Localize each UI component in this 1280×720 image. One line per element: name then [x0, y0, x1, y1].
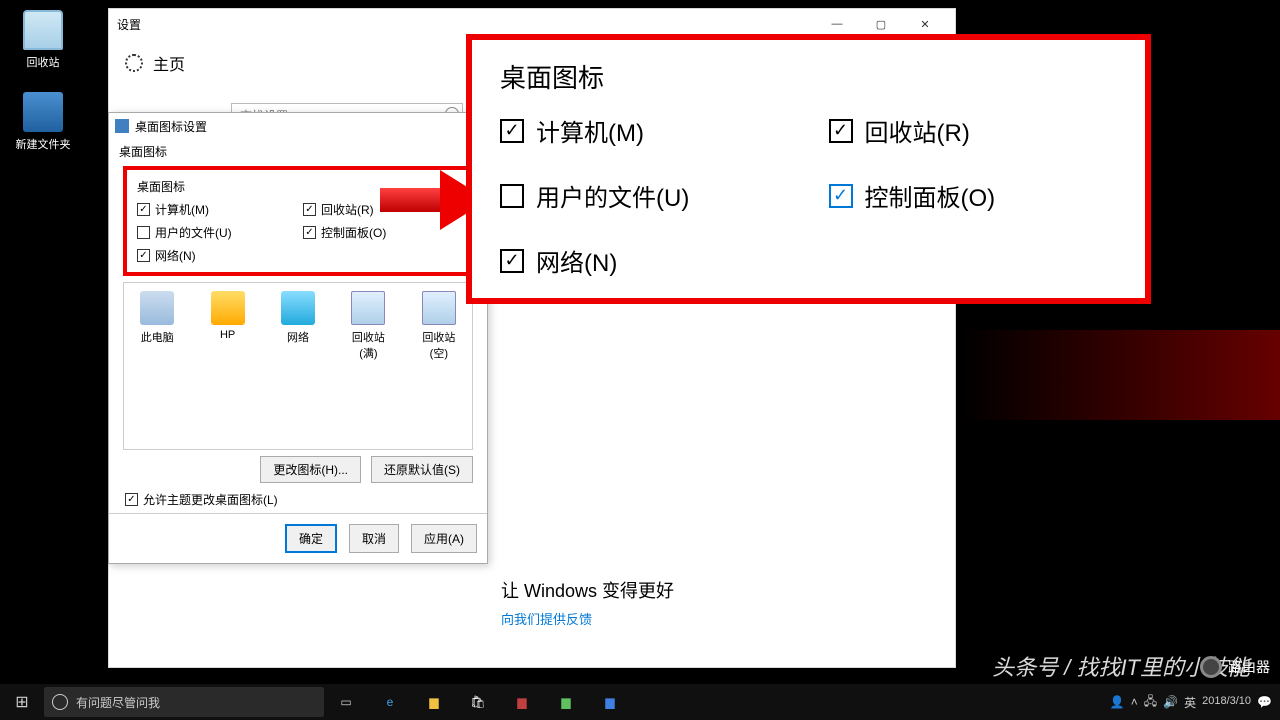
callout-cb-computer: 计算机(M) [500, 113, 789, 148]
icon-preview-pane: 此电脑 HP 网络 回收站(满) 回收站(空) [123, 282, 473, 450]
checkbox-icon [500, 184, 524, 208]
cortana-icon [52, 694, 68, 710]
taskbar: ⊞ 有问题尽管问我 ▭ e ▆ 🛍 ▆ ▆ ▆ 👤 ˄ 🖧 🔊 英 2018/3… [0, 684, 1280, 720]
preview-binfull[interactable]: 回收站(满) [343, 291, 393, 361]
tray-volume-icon[interactable]: 🔊 [1163, 695, 1178, 709]
settings-title: 设置 [117, 16, 815, 33]
router-icon [1200, 656, 1222, 678]
checkbox-network[interactable]: 网络(N) [137, 247, 293, 264]
preview-binempty[interactable]: 回收站(空) [414, 291, 464, 361]
callout-panel: 桌面图标 计算机(M) 回收站(R) 用户的文件(U) 控制面板(O) 网络(N… [466, 34, 1151, 304]
checkbox-icon [125, 493, 138, 506]
checkbox-icon [137, 203, 150, 216]
tray-chevron-up-icon[interactable]: ˄ [1131, 695, 1138, 709]
tray-people-icon[interactable]: 👤 [1110, 695, 1125, 709]
task-view-button[interactable]: ▭ [324, 684, 368, 720]
home-label: 主页 [153, 51, 185, 75]
taskbar-explorer[interactable]: ▆ [412, 684, 456, 720]
tray-notifications-icon[interactable]: 💬 [1257, 695, 1272, 709]
preview-net[interactable]: 网络 [273, 291, 323, 361]
callout-title: 桌面图标 [500, 58, 1117, 95]
desktop-icon-label: 回收站 [8, 54, 78, 70]
dialog-title: 桌面图标设置 [135, 118, 207, 135]
ok-button[interactable]: 确定 [285, 524, 337, 553]
dialog-tab[interactable]: 桌面图标 [109, 139, 487, 160]
change-icon-button[interactable]: 更改图标(H)... [260, 456, 361, 483]
callout-cb-control: 控制面板(O) [829, 178, 1118, 213]
callout-cb-recycle: 回收站(R) [829, 113, 1118, 148]
recycle-full-icon [351, 291, 385, 325]
taskbar-app2[interactable]: ▆ [544, 684, 588, 720]
checkbox-icon [137, 249, 150, 262]
checkbox-computer[interactable]: 计算机(M) [137, 201, 293, 218]
feedback-link[interactable]: 向我们提供反馈 [501, 609, 674, 628]
desktop-new-folder[interactable]: 新建文件夹 [8, 92, 78, 152]
gear-icon [125, 54, 143, 72]
cancel-button[interactable]: 取消 [349, 524, 399, 553]
router-watermark: 路由器 [1200, 656, 1270, 678]
allow-theme-checkbox[interactable]: 允许主题更改桌面图标(L) [109, 483, 487, 516]
preview-pc[interactable]: 此电脑 [132, 291, 182, 361]
dialog-titlebar: 桌面图标设置 [109, 113, 487, 139]
desktop-icon-label: 新建文件夹 [8, 136, 78, 152]
start-button[interactable]: ⊞ [0, 684, 44, 720]
desktop-recycle-bin[interactable]: 回收站 [8, 10, 78, 70]
dialog-icon [115, 119, 129, 133]
taskbar-store[interactable]: 🛍 [456, 684, 500, 720]
cortana-search[interactable]: 有问题尽管问我 [44, 687, 324, 717]
checkbox-icon [500, 119, 524, 143]
recycle-empty-icon [422, 291, 456, 325]
checkbox-icon [137, 226, 150, 239]
taskbar-date[interactable]: 2018/3/10 [1202, 695, 1251, 708]
folder-icon [23, 92, 63, 132]
user-icon [211, 291, 245, 325]
network-icon [281, 291, 315, 325]
taskbar-app3[interactable]: ▆ [588, 684, 632, 720]
preview-hp[interactable]: HP [202, 291, 252, 361]
restore-defaults-button[interactable]: 还原默认值(S) [371, 456, 473, 483]
checkbox-icon [500, 249, 524, 273]
checkbox-icon [303, 203, 316, 216]
checkbox-icon [303, 226, 316, 239]
taskbar-edge[interactable]: e [368, 684, 412, 720]
cortana-placeholder: 有问题尽管问我 [76, 694, 160, 711]
tray-ime-icon[interactable]: 英 [1184, 694, 1196, 711]
apply-button[interactable]: 应用(A) [411, 524, 477, 553]
checkbox-userfiles[interactable]: 用户的文件(U) [137, 224, 293, 241]
checkbox-icon [829, 184, 853, 208]
taskbar-app1[interactable]: ▆ [500, 684, 544, 720]
pc-icon [140, 291, 174, 325]
tray-network-icon[interactable]: 🖧 [1144, 692, 1157, 713]
checkbox-icon [829, 119, 853, 143]
callout-cb-userfiles: 用户的文件(U) [500, 178, 789, 213]
decorative-streak [960, 330, 1280, 420]
callout-cb-network: 网络(N) [500, 243, 789, 278]
recycle-bin-icon [23, 10, 63, 50]
footer-heading: 让 Windows 变得更好 [501, 577, 674, 603]
